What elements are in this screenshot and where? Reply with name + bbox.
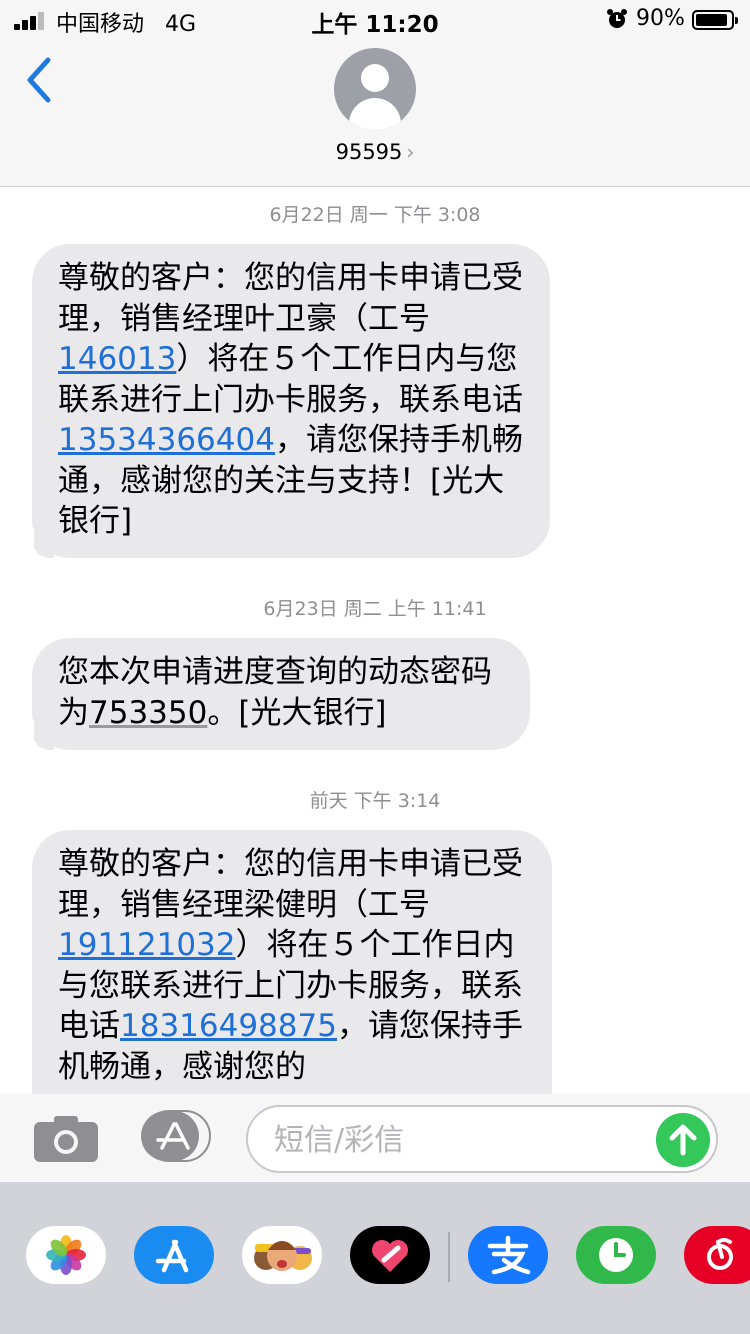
date-stamp: 6月23日 周二 上午 11:41 <box>263 598 487 620</box>
message-input-container <box>246 1105 718 1173</box>
alarm-clock-icon <box>607 9 627 28</box>
message-bubble[interactable]: 您本次申请进度查询的动态密码为753350。[光大银行] <box>20 638 530 750</box>
compose-bar <box>0 1094 750 1182</box>
alipay-icon[interactable] <box>468 1226 548 1284</box>
memoji-icon[interactable] <box>242 1226 322 1284</box>
send-arrow-icon[interactable] <box>656 1113 710 1167</box>
employee-id-link[interactable]: 146013 <box>58 341 176 377</box>
chevron-right-icon: › <box>406 140 415 164</box>
app-store-icon[interactable] <box>140 1110 212 1162</box>
person-icon <box>361 64 389 92</box>
message-text: 。[光大银行] <box>207 694 387 731</box>
date-stamp: 6月22日 周一 下午 3:08 <box>269 204 481 226</box>
phone-number-link[interactable]: 13534366404 <box>58 422 275 458</box>
message-bubble[interactable]: 尊敬的客户：您的信用卡申请已受理，销售经理梁健明（工号191121032）将在５… <box>32 830 552 1130</box>
message-text: 尊敬的客户：您的信用卡申请已受理，销售经理梁健明（工号 <box>58 846 523 923</box>
status-bar: 中国移动 4G 上午 11:20 90% <box>0 0 750 40</box>
employee-id-link[interactable]: 191121032 <box>58 927 236 963</box>
date-stamp: 前天 下午 3:14 <box>309 790 441 812</box>
message-text: 尊敬的客户：您的信用卡申请已受理，销售经理叶卫豪（工号 <box>58 260 523 337</box>
verification-code[interactable]: 753350 <box>89 695 207 731</box>
message-bubble[interactable]: 尊敬的客户：您的信用卡申请已受理，销售经理叶卫豪（工号146013）将在５个工作… <box>20 244 550 558</box>
digital-touch-icon[interactable] <box>350 1226 430 1284</box>
navigation-header: 中国移动 4G 上午 11:20 90% 95595 › <box>0 0 750 187</box>
battery-percent: 90% <box>636 6 685 31</box>
photos-icon[interactable] <box>26 1226 106 1284</box>
contact-name: 95595 <box>335 140 403 164</box>
netease-music-icon[interactable] <box>684 1226 750 1284</box>
contact-name-button[interactable]: 95595 › <box>0 140 750 164</box>
battery-level-fill <box>696 14 727 26</box>
phone-number-link[interactable]: 18316498875 <box>120 1008 337 1044</box>
app-store-icon[interactable] <box>134 1226 214 1284</box>
message-input[interactable] <box>272 1117 646 1163</box>
contact-avatar[interactable] <box>334 48 416 130</box>
app-drawer <box>0 1182 750 1334</box>
clock-app-icon[interactable] <box>576 1226 656 1284</box>
battery-icon <box>692 10 738 30</box>
camera-icon[interactable] <box>34 1114 98 1162</box>
chevron-left-icon[interactable] <box>22 56 56 104</box>
